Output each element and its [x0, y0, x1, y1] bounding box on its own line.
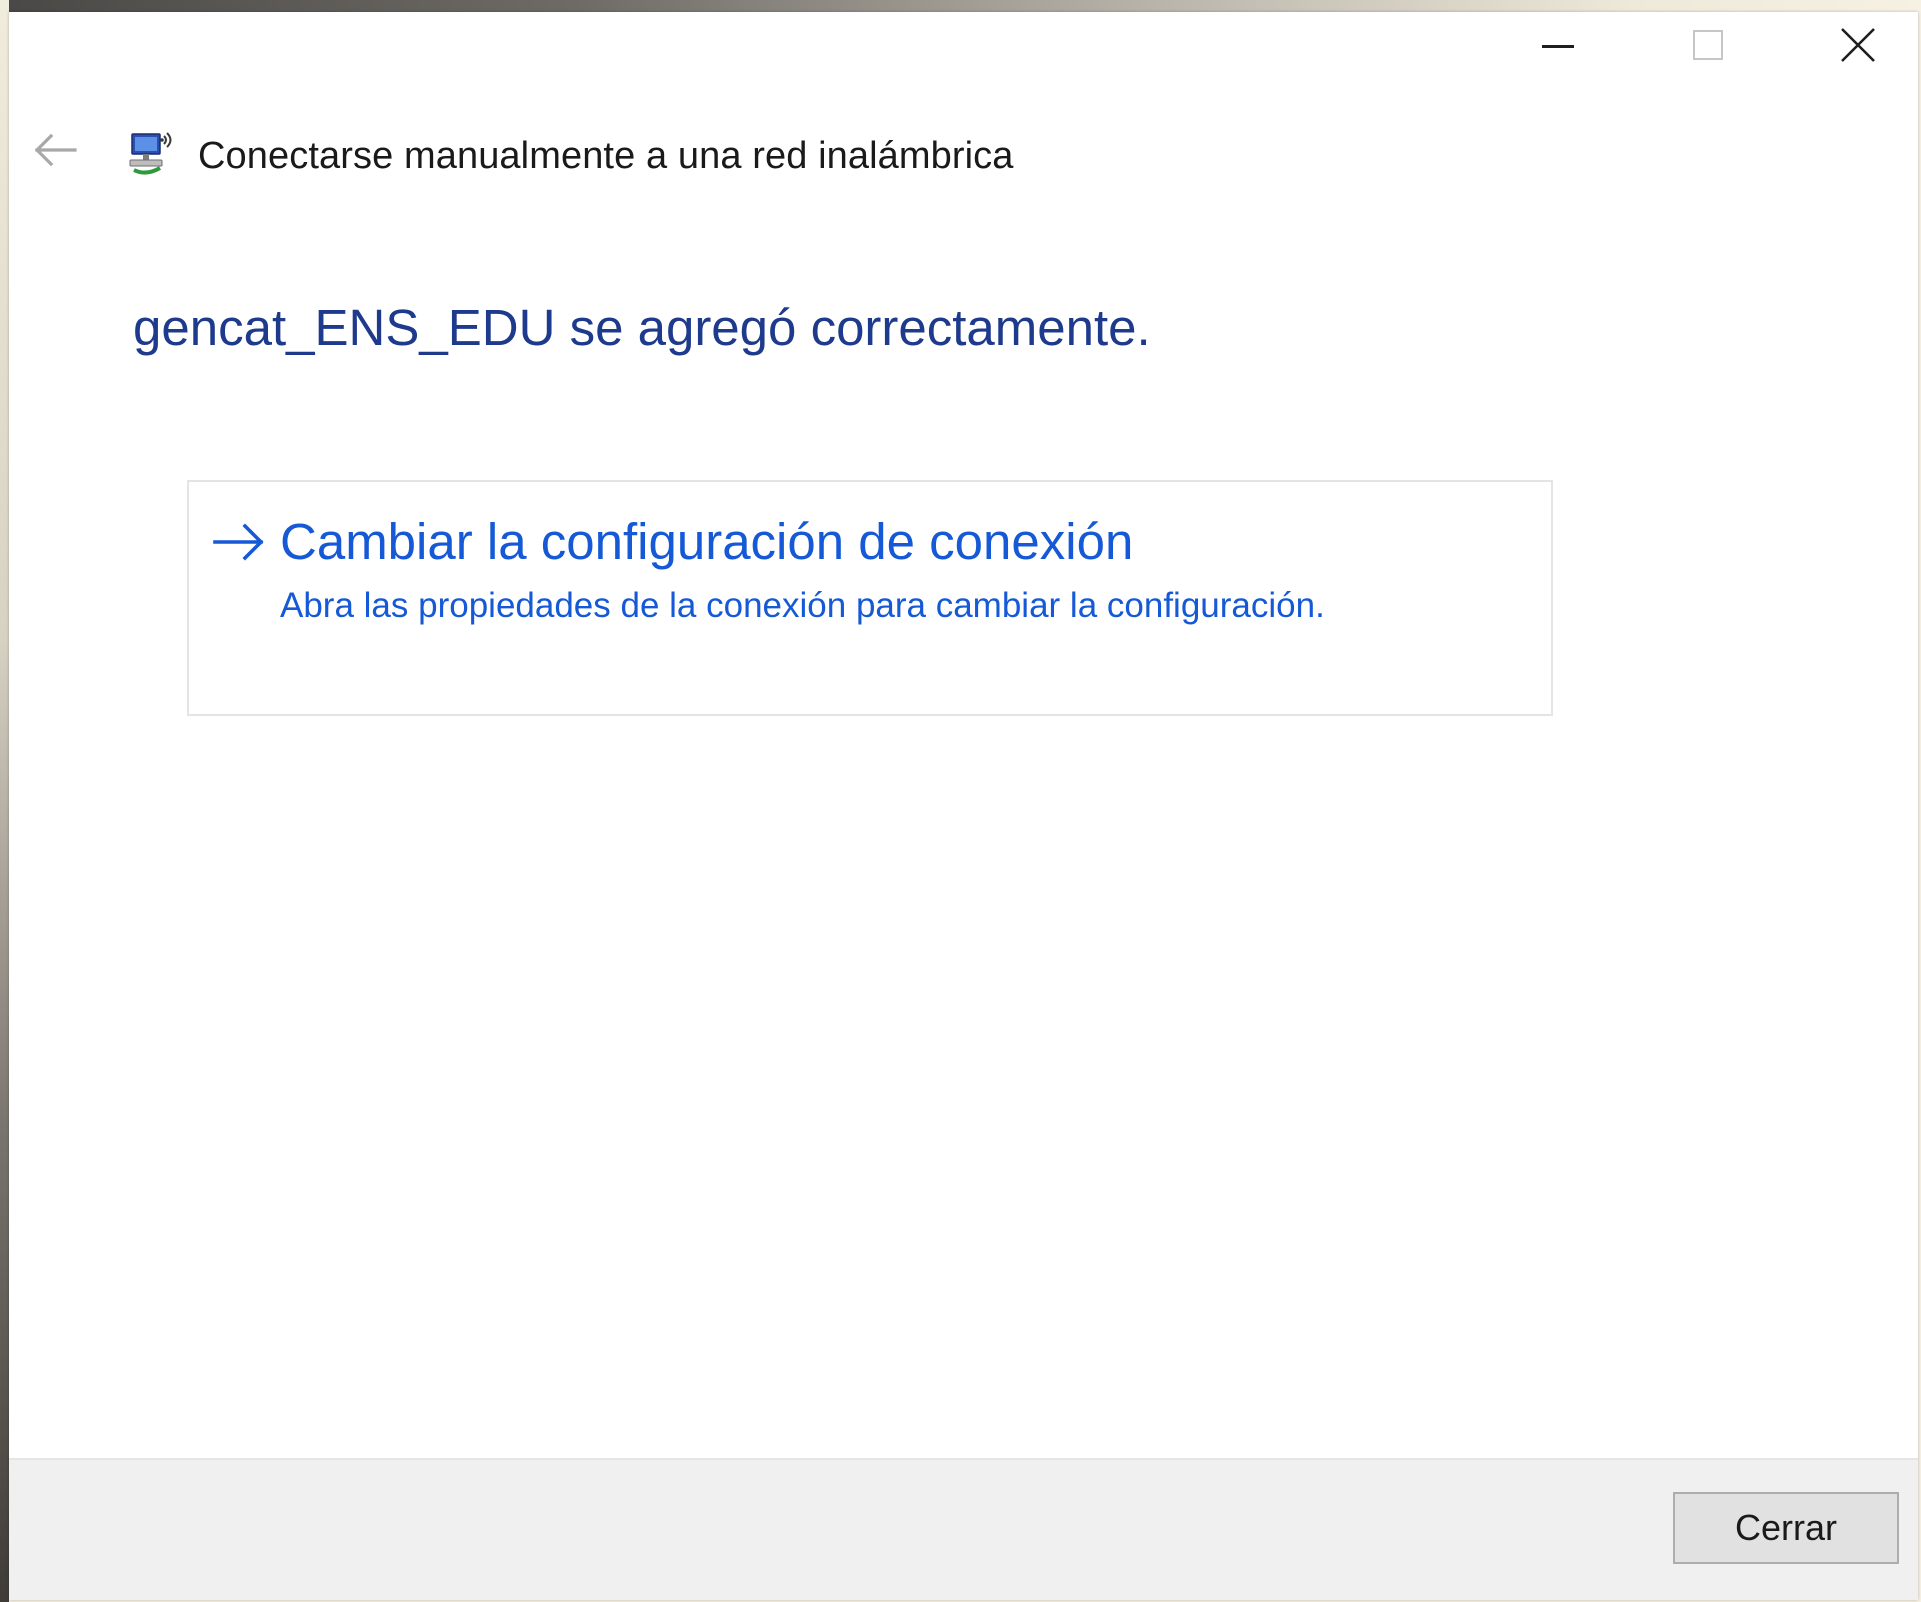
close-icon [1841, 28, 1875, 62]
back-button[interactable] [29, 130, 81, 170]
change-connection-settings-link[interactable]: Cambiar la configuración de conexión Abr… [187, 480, 1553, 716]
minimize-icon [1542, 44, 1574, 48]
network-wizard-icon [129, 132, 172, 175]
command-link-description: Abra las propiedades de la conexión para… [280, 586, 1325, 625]
close-window-button[interactable] [1783, 12, 1918, 78]
arrow-right-icon [213, 523, 264, 561]
maximize-icon [1693, 30, 1723, 60]
window-title: Conectarse manualmente a una red inalámb… [198, 135, 1014, 177]
cerrar-button[interactable]: Cerrar [1673, 1492, 1899, 1564]
back-arrow-icon [34, 133, 77, 167]
desktop-backdrop-left [0, 0, 9, 1602]
footer-bar: Cerrar [9, 1458, 1918, 1600]
page-heading: gencat_ENS_EDU se agregó correctamente. [133, 299, 1151, 356]
command-link-title: Cambiar la configuración de conexión [280, 513, 1134, 570]
minimize-button[interactable] [1483, 12, 1633, 78]
wizard-window: Conectarse manualmente a una red inalámb… [9, 12, 1918, 1600]
maximize-button[interactable] [1633, 12, 1783, 78]
